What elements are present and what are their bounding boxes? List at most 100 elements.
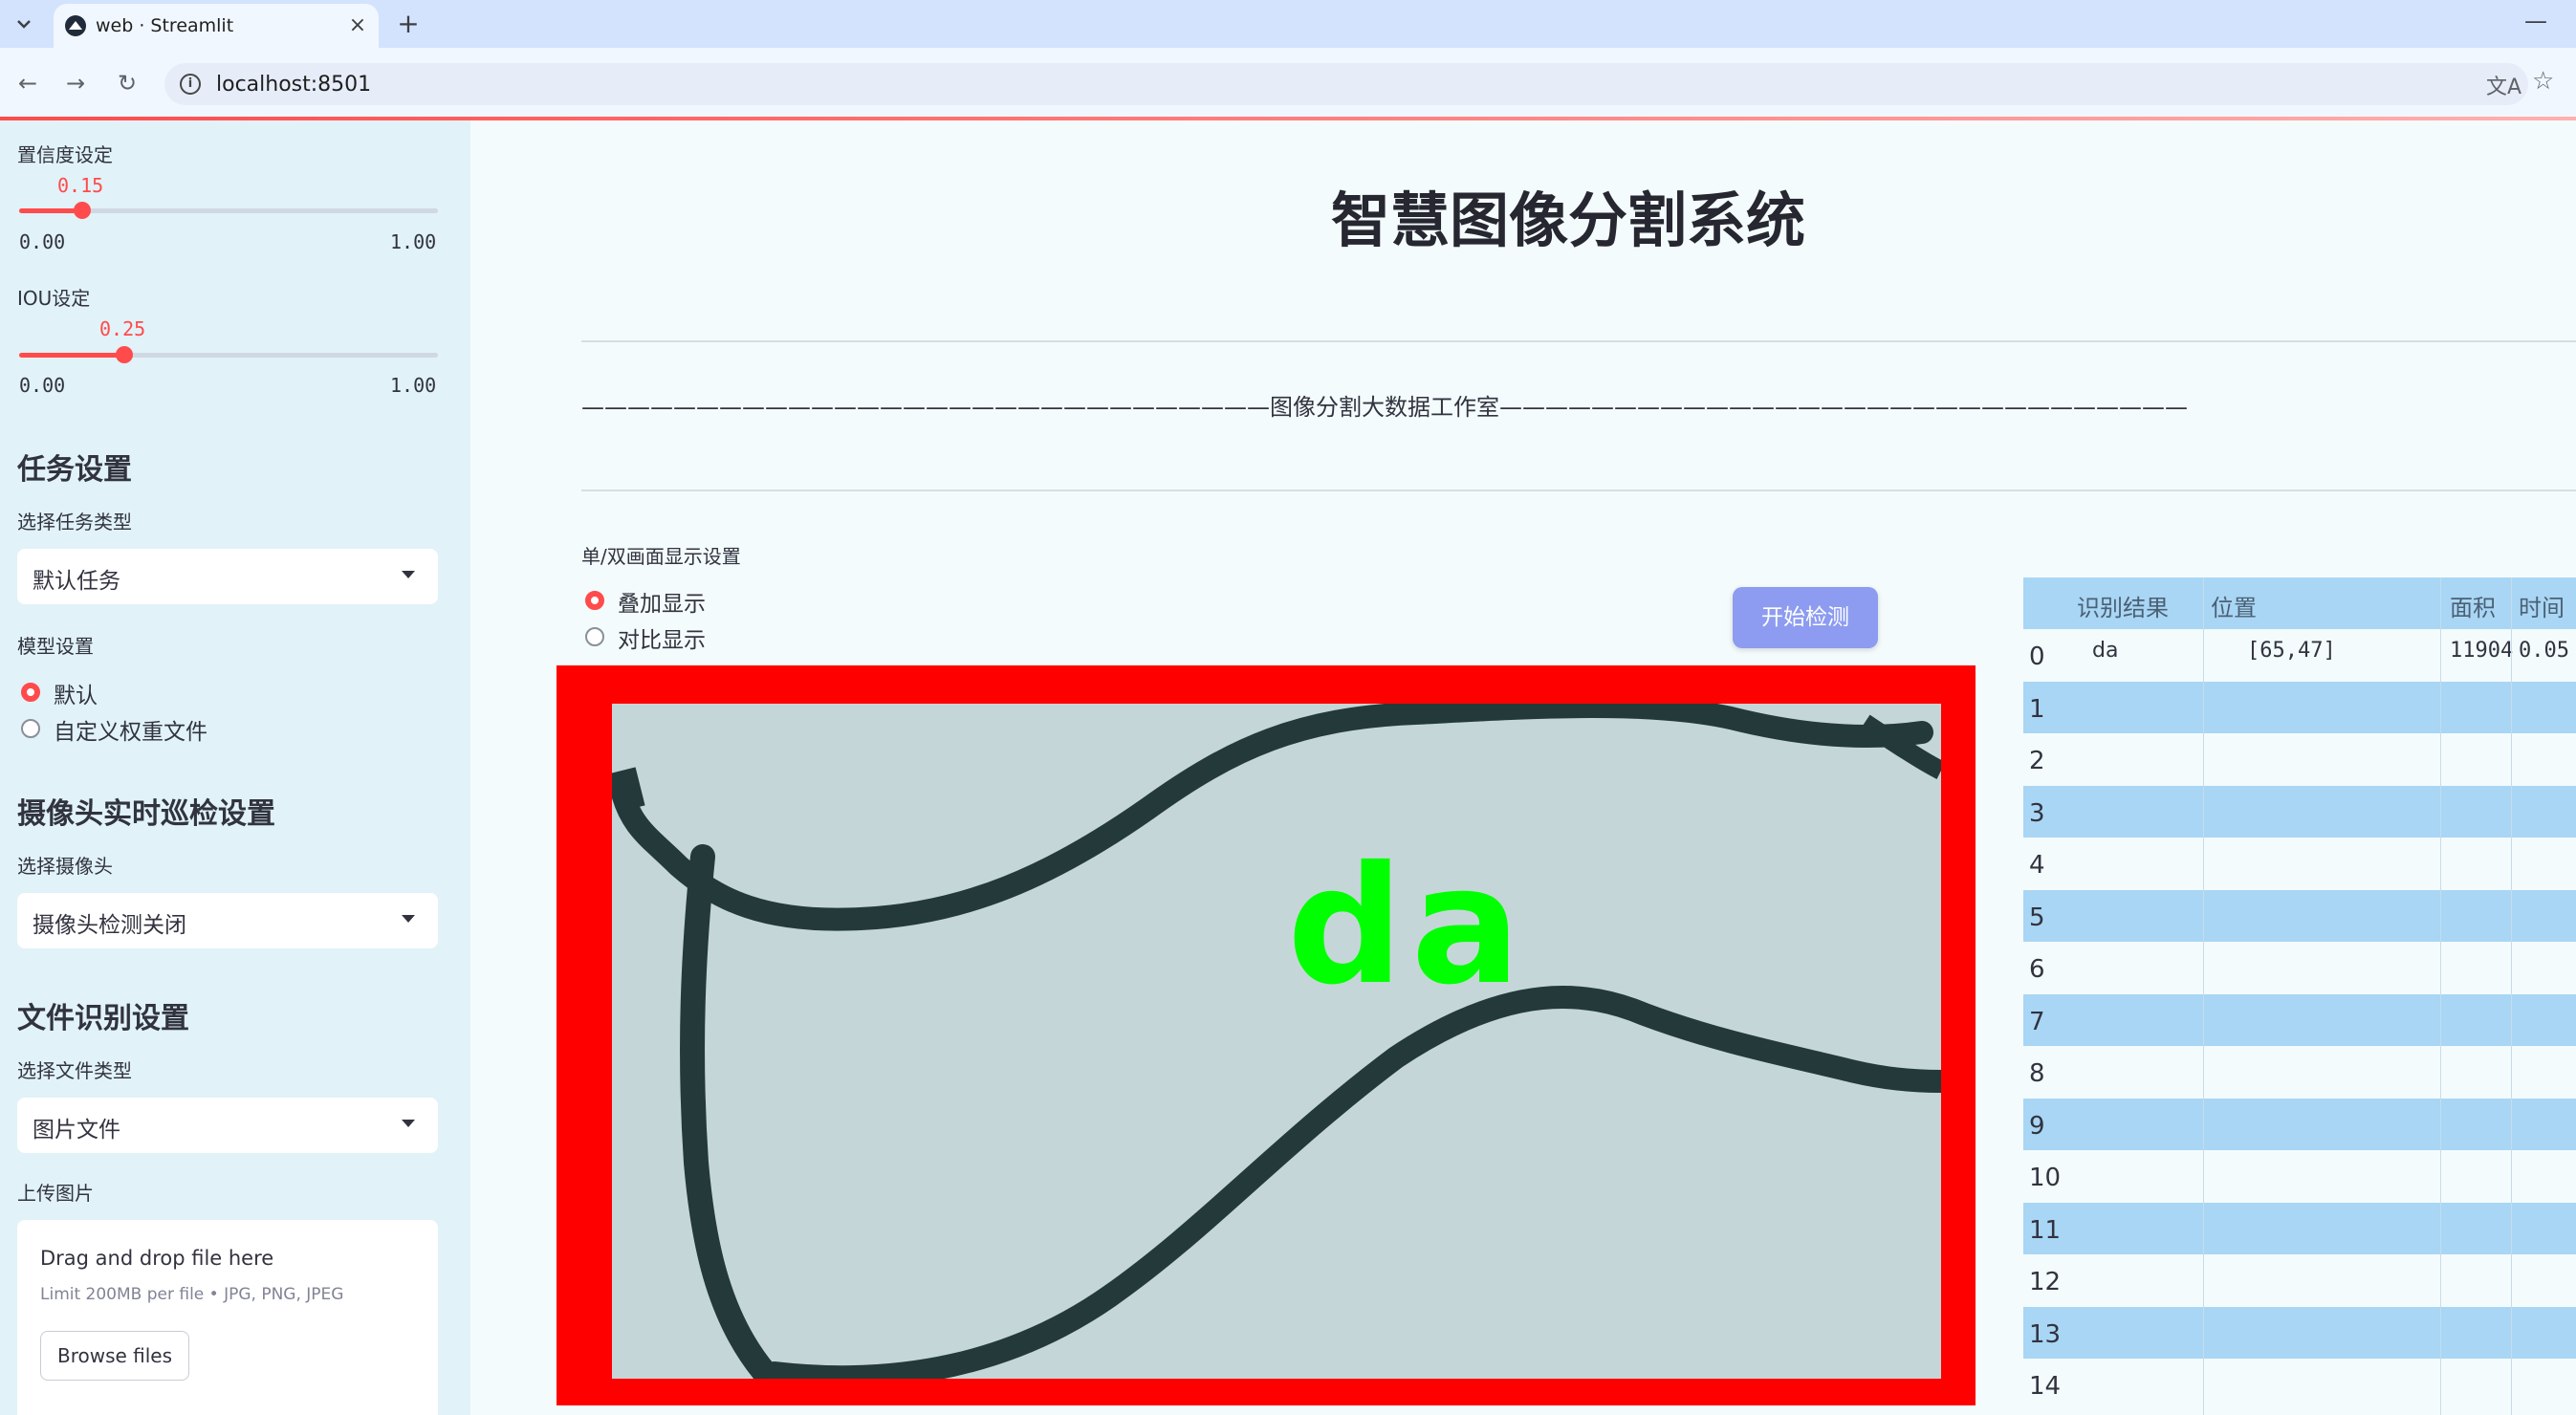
row-index: 3 (2029, 798, 2045, 828)
url-input[interactable]: i localhost:8501 (164, 63, 2528, 105)
task-settings-heading: 任务设置 (17, 453, 132, 487)
model-custom-label[interactable]: 自定义权重文件 (54, 713, 207, 746)
confidence-slider-thumb[interactable] (73, 202, 91, 219)
model-custom-radio[interactable] (21, 719, 40, 738)
studio-divider-text: ——————————————————————————————图像分割大数据工作室… (581, 394, 2188, 421)
row-index: 14 (2029, 1372, 2062, 1401)
row-index: 1 (2029, 694, 2045, 724)
url-text: localhost:8501 (216, 73, 372, 97)
column-header-result[interactable]: 识别结果 (2077, 589, 2169, 622)
divider-top (581, 340, 2576, 342)
tab-search-chevron-icon[interactable] (10, 10, 38, 38)
row-index: 7 (2029, 1007, 2045, 1036)
row-index: 4 (2029, 851, 2045, 880)
iou-min: 0.00 (19, 374, 66, 397)
iou-slider[interactable] (19, 346, 438, 363)
column-header-area[interactable]: 面积 (2450, 589, 2496, 622)
table-header: 识别结果 位置 面积 时间 (2023, 577, 2576, 629)
table-row[interactable]: 8 (2023, 1046, 2576, 1098)
file-type-label: 选择文件类型 (17, 1059, 132, 1082)
results-table[interactable]: 识别结果 位置 面积 时间 0 da [65,47] 11904 0.05 1 2 3 4 5 6 7… (2023, 577, 2576, 1415)
cell-result: da (2092, 639, 2119, 663)
new-tab-plus-icon[interactable]: + (392, 8, 425, 40)
confidence-value: 0.15 (57, 174, 104, 197)
file-type-select[interactable]: 图片文件 (17, 1098, 438, 1153)
row-index: 11 (2029, 1215, 2062, 1245)
segmentation-result-image: da (557, 665, 1976, 1405)
confidence-min: 0.00 (19, 230, 66, 253)
confidence-slider[interactable] (19, 202, 438, 219)
table-row[interactable]: 10 (2023, 1150, 2576, 1202)
confidence-max: 1.00 (390, 230, 437, 253)
image-canvas: da (607, 695, 1953, 1389)
dropzone-limit: Limit 200MB per file • JPG, PNG, JPEG (40, 1285, 344, 1304)
detection-mask-label: da (1287, 832, 1529, 1021)
camera-select[interactable]: 摄像头检测关闭 (17, 893, 438, 948)
page-title: 智慧图像分割系统 (1331, 185, 1806, 255)
task-type-label: 选择任务类型 (17, 511, 132, 533)
display-mode-label: 单/双画面显示设置 (581, 545, 741, 568)
iou-label: IOU设定 (17, 287, 91, 310)
table-row[interactable]: 9 (2023, 1098, 2576, 1150)
minimize-window-icon[interactable]: — (2524, 8, 2547, 34)
row-index: 13 (2029, 1319, 2062, 1349)
cell-time: 0.05 (2519, 639, 2569, 663)
overlay-display-radio[interactable] (585, 591, 604, 610)
camera-select-label: 选择摄像头 (17, 855, 113, 878)
chevron-down-icon (402, 571, 415, 578)
table-row[interactable]: 14 (2023, 1359, 2576, 1410)
model-default-radio[interactable] (21, 683, 40, 702)
upload-label: 上传图片 (17, 1182, 94, 1205)
table-row[interactable]: 7 (2023, 993, 2576, 1046)
browser-tab[interactable]: web · Streamlit × (54, 4, 379, 48)
compare-display-radio[interactable] (585, 627, 604, 646)
table-row[interactable]: 12 (2023, 1254, 2576, 1306)
bookmark-star-icon[interactable]: ☆ (2532, 67, 2554, 96)
row-index: 8 (2029, 1059, 2045, 1088)
translate-icon[interactable]: 文A (2486, 70, 2521, 100)
start-detection-button[interactable]: 开始检测 (1733, 587, 1878, 648)
table-row[interactable]: 0 da [65,47] 11904 0.05 (2023, 629, 2576, 681)
file-settings-heading: 文件识别设置 (17, 1002, 189, 1035)
table-row[interactable]: 2 (2023, 733, 2576, 785)
forward-arrow-icon[interactable]: → (59, 67, 92, 99)
cell-position: [65,47] (2247, 639, 2336, 663)
iou-slider-thumb[interactable] (115, 346, 133, 363)
column-header-position[interactable]: 位置 (2211, 589, 2257, 622)
row-index: 6 (2029, 955, 2045, 984)
iou-slider-fill (19, 353, 124, 358)
back-arrow-icon[interactable]: ← (11, 67, 44, 99)
file-type-value: 图片文件 (33, 1118, 120, 1143)
camera-select-value: 摄像头检测关闭 (33, 913, 186, 938)
compare-display-label[interactable]: 对比显示 (618, 621, 706, 654)
reload-icon[interactable]: ↻ (111, 67, 143, 99)
table-row[interactable]: 3 (2023, 785, 2576, 838)
dropzone-title: Drag and drop file here (40, 1247, 274, 1270)
iou-max: 1.00 (390, 374, 437, 397)
row-index: 12 (2029, 1268, 2062, 1296)
browse-files-button[interactable]: Browse files (40, 1331, 189, 1381)
table-row[interactable]: 1 (2023, 681, 2576, 733)
close-tab-icon[interactable]: × (344, 12, 371, 39)
overlay-display-label[interactable]: 叠加显示 (618, 585, 706, 618)
table-row[interactable]: 4 (2023, 838, 2576, 889)
model-default-label[interactable]: 默认 (54, 677, 98, 709)
site-info-icon[interactable]: i (180, 74, 201, 95)
file-dropzone[interactable]: Drag and drop file here Limit 200MB per … (17, 1220, 438, 1415)
row-index: 10 (2029, 1164, 2062, 1192)
task-type-select[interactable]: 默认任务 (17, 549, 438, 604)
tab-title: web · Streamlit (96, 15, 234, 36)
sidebar: 置信度设定 0.15 0.00 1.00 IOU设定 0.25 0.00 1.0… (0, 120, 470, 1415)
row-index: 2 (2029, 747, 2045, 775)
chevron-down-icon (402, 1120, 415, 1127)
table-row[interactable]: 5 (2023, 889, 2576, 942)
streamlit-favicon-icon (65, 15, 86, 36)
table-row[interactable]: 11 (2023, 1202, 2576, 1254)
table-row[interactable]: 13 (2023, 1306, 2576, 1359)
confidence-label: 置信度设定 (17, 143, 113, 166)
table-row[interactable]: 6 (2023, 942, 2576, 993)
task-type-value: 默认任务 (33, 569, 120, 594)
row-index: 0 (2029, 642, 2045, 671)
column-header-time[interactable]: 时间 (2519, 589, 2565, 622)
address-bar: ← → ↻ i localhost:8501 (0, 48, 2576, 119)
